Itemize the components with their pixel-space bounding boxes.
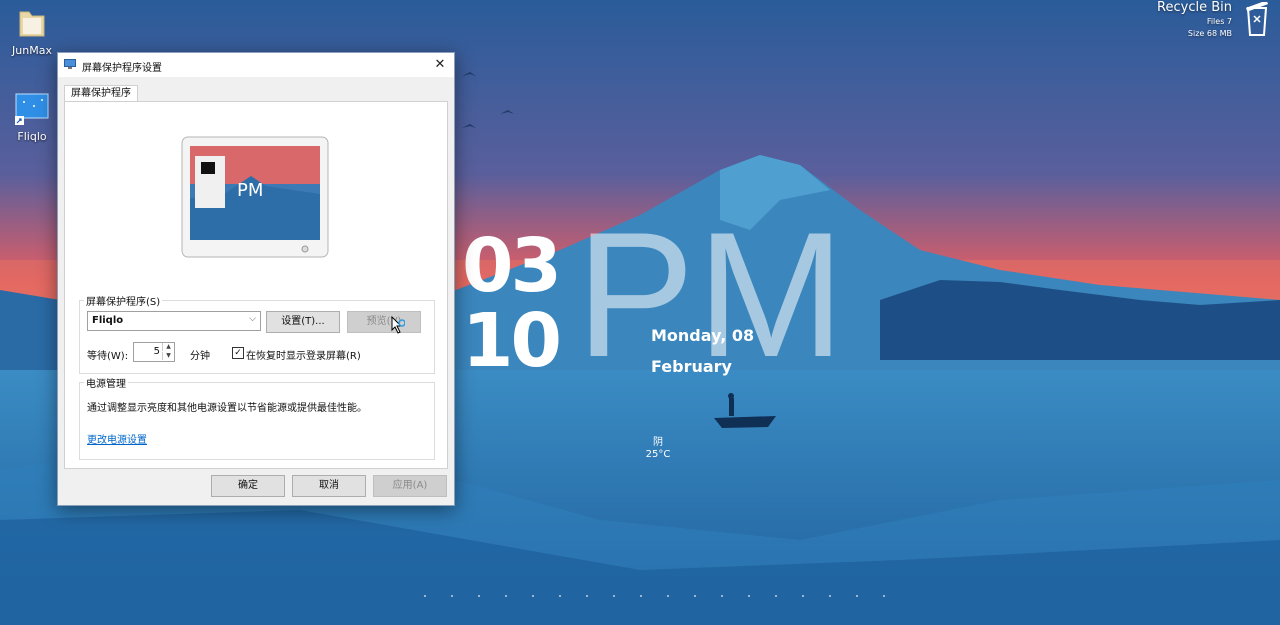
- indicator-dot: [532, 595, 534, 597]
- tab-screensaver[interactable]: 屏幕保护程序: [64, 85, 138, 102]
- page-indicator-dots: [420, 595, 900, 599]
- minutes-label: 分钟: [190, 351, 210, 362]
- indicator-dot: [613, 595, 615, 597]
- power-description: 通过调整显示亮度和其他电源设置以节省能源或提供最佳性能。: [87, 403, 367, 414]
- weather-condition: 阴: [653, 437, 663, 448]
- screensaver-preview-monitor: PM: [181, 136, 329, 258]
- wait-minutes-stepper[interactable]: 5 ▲ ▼: [133, 342, 175, 362]
- power-group-label: 电源管理: [84, 375, 128, 390]
- clock-month: February: [651, 357, 732, 376]
- weather-widget: 阴 25°C: [640, 437, 676, 461]
- indicator-dot: [775, 595, 777, 597]
- dialog-title: 屏幕保护程序设置: [82, 63, 162, 74]
- indicator-dot: [694, 595, 696, 597]
- resume-login-label[interactable]: 在恢复时显示登录屏幕(R): [246, 347, 361, 362]
- mouse-cursor-icon: [391, 316, 405, 334]
- screensaver-select[interactable]: Fliqlo ⌵: [87, 311, 261, 331]
- indicator-dot: [451, 595, 453, 597]
- desktop-icon-label: Fliqlo: [17, 130, 47, 143]
- indicator-dot: [505, 595, 507, 597]
- indicator-dot: [478, 595, 480, 597]
- recycle-bin-widget[interactable]: Recycle Bin Files 7 Size 68 MB: [1157, 0, 1232, 40]
- dialog-titlebar[interactable]: 屏幕保护程序设置 ✕: [58, 53, 454, 77]
- screensaver-group-label: 屏幕保护程序(S): [84, 293, 163, 308]
- indicator-dot: [424, 595, 426, 597]
- tab-panel: PM 屏幕保护程序(S) Fliqlo ⌵ 设置(T)... 预览(V) 等待(…: [64, 101, 448, 469]
- stepper-down-icon[interactable]: ▼: [162, 352, 174, 360]
- change-power-settings-link[interactable]: 更改电源设置: [87, 431, 147, 446]
- indicator-dot: [586, 595, 588, 597]
- desktop-icon-label: JunMax: [12, 44, 52, 57]
- screensaver-select-value: Fliqlo: [92, 315, 124, 326]
- folder-icon: [14, 6, 50, 40]
- screensaver-group: 屏幕保护程序(S) Fliqlo ⌵ 设置(T)... 预览(V) 等待(W):…: [79, 293, 435, 374]
- preview-clock-text: PM: [237, 180, 263, 201]
- cancel-button[interactable]: 取消: [292, 475, 366, 497]
- indicator-dot: [721, 595, 723, 597]
- indicator-dot: [559, 595, 561, 597]
- recycle-bin-icon[interactable]: [1244, 2, 1270, 36]
- apply-button[interactable]: 应用(A): [373, 475, 447, 497]
- resume-login-checkbox[interactable]: ✓: [232, 347, 244, 359]
- preview-button[interactable]: 预览(V): [347, 311, 421, 333]
- desktop-icon-fliqlo[interactable]: Fliqlo: [0, 92, 64, 143]
- indicator-dot: [856, 595, 858, 597]
- clock-hour: 03: [462, 223, 562, 309]
- recycle-bin-files: Files 7: [1206, 17, 1232, 26]
- indicator-dot: [640, 595, 642, 597]
- indicator-dot: [829, 595, 831, 597]
- ok-button[interactable]: 确定: [211, 475, 285, 497]
- recycle-bin-size: Size 68 MB: [1187, 29, 1232, 38]
- screensaver-settings-dialog: 屏幕保护程序设置 ✕ 屏幕保护程序 PM 屏幕保护程序(S) Fliqlo ⌵ …: [57, 52, 455, 506]
- settings-button[interactable]: 设置(T)...: [266, 311, 340, 333]
- power-management-group: 电源管理 通过调整显示亮度和其他电源设置以节省能源或提供最佳性能。 更改电源设置: [79, 375, 435, 460]
- indicator-dot: [667, 595, 669, 597]
- recycle-bin-title: Recycle Bin: [1157, 0, 1232, 15]
- close-icon[interactable]: ✕: [426, 53, 454, 77]
- stepper-up-icon[interactable]: ▲: [162, 343, 174, 351]
- indicator-dot: [748, 595, 750, 597]
- weather-temperature: 25°C: [645, 449, 671, 460]
- clock-minute: 10: [462, 298, 562, 384]
- desktop-icon-junmax[interactable]: JunMax: [0, 6, 64, 57]
- wait-label: 等待(W):: [87, 351, 129, 362]
- chevron-down-icon: ⌵: [249, 314, 256, 324]
- indicator-dot: [802, 595, 804, 597]
- indicator-dot: [883, 595, 885, 597]
- fliqlo-shortcut-icon: [14, 92, 50, 126]
- clock-day: Monday, 08: [651, 326, 755, 345]
- monitor-icon: [64, 59, 76, 69]
- wait-minutes-value: 5: [153, 346, 160, 357]
